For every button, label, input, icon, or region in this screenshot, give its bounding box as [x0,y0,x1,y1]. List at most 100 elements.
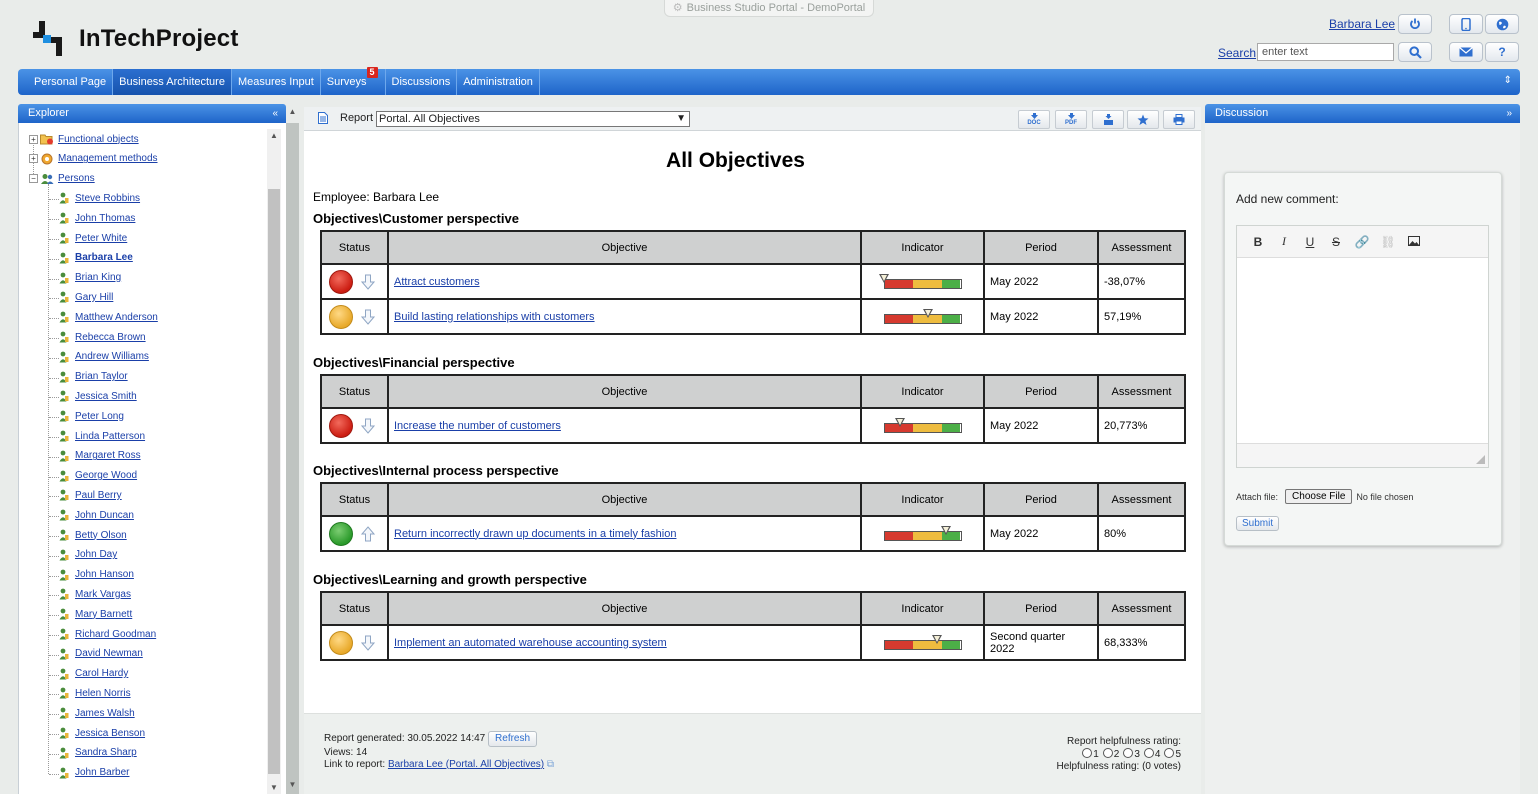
nav-personal-page[interactable]: Personal Page [28,69,114,95]
refresh-button[interactable]: Refresh [488,731,538,747]
nav-discussions[interactable]: Discussions [386,69,458,95]
search-button[interactable] [1398,42,1432,62]
collapse-left-icon[interactable]: « [272,104,278,123]
collapse-icon[interactable]: − [29,174,38,184]
choose-file-button[interactable]: Choose File [1285,489,1353,504]
tree-person-item[interactable]: John Hanson [59,569,134,581]
objective-link[interactable]: Increase the number of customers [394,420,561,432]
tree-person-item[interactable]: Paul Berry [59,489,122,501]
export-doc-button[interactable]: DOC [1018,110,1050,129]
tree-person-item[interactable]: Margaret Ross [59,450,141,462]
favorite-button[interactable] [1127,110,1159,129]
report-link[interactable]: Barbara Lee (Portal. All Objectives) [388,759,544,770]
scroll-down-icon[interactable]: ▼ [270,783,278,792]
download-icon [1030,113,1038,119]
radio-icon[interactable] [1123,748,1134,758]
tree-person-item[interactable]: Brian King [59,272,121,284]
rating-option[interactable]: 5 [1160,748,1181,760]
tree-folder-functional-objects[interactable]: + Functional objects [29,133,139,145]
objective-link[interactable]: Return incorrectly drawn up documents in… [394,528,676,540]
expand-icon[interactable]: + [29,154,38,164]
tree-person-item[interactable]: Linda Patterson [59,430,145,442]
tree-person-item[interactable]: Peter Long [59,410,124,422]
tree-person-item[interactable]: Rebecca Brown [59,331,146,343]
objective-link[interactable]: Attract customers [394,276,480,288]
brand-logo[interactable]: InTechProject [29,18,239,60]
rating-option[interactable]: 3 [1119,748,1140,760]
tree-person-item[interactable]: John Duncan [59,509,134,521]
objective-link[interactable]: Implement an automated warehouse account… [394,637,667,649]
tree-person-item[interactable]: John Barber [59,767,129,779]
link-icon[interactable]: 🔗 [1349,235,1375,249]
tree-person-item[interactable]: John Thomas [59,212,135,224]
tree-person-item[interactable]: Jessica Benson [59,727,145,739]
resize-grip-icon[interactable] [1476,455,1485,464]
radio-icon[interactable] [1082,748,1093,758]
tree-person-item[interactable]: James Walsh [59,707,135,719]
scroll-up-icon[interactable]: ▲ [270,131,278,140]
search-input[interactable] [1257,43,1394,61]
tree-folder-management-methods[interactable]: + Management methods [29,153,158,165]
tree-folder-persons[interactable]: − Persons [29,173,95,185]
underline-icon[interactable]: U [1297,235,1323,249]
help-button[interactable]: ? [1485,42,1519,62]
nav-collapse-icon[interactable]: ⇕ [1504,75,1512,86]
bold-icon[interactable]: B [1245,235,1271,249]
tree-person-item[interactable]: David Newman [59,648,143,660]
unlink-icon[interactable]: ⛓ [1375,235,1401,249]
print-button[interactable] [1163,110,1195,129]
tree-person-item[interactable]: Andrew Williams [59,351,149,363]
language-button[interactable] [1485,14,1519,34]
collapse-right-icon[interactable]: » [1506,104,1512,123]
tree-person-item[interactable]: Peter White [59,232,127,244]
person-icon [59,252,69,264]
radio-icon[interactable] [1102,748,1113,758]
nav-administration[interactable]: Administration [457,69,540,95]
expand-icon[interactable]: + [29,134,38,144]
italic-icon[interactable]: I [1271,234,1297,249]
scrollbar-thumb[interactable] [268,189,280,774]
tree-person-item[interactable]: John Day [59,549,117,561]
tree-person-item[interactable]: Carol Hardy [59,668,128,680]
image-icon[interactable] [1401,235,1427,249]
tree-person-item[interactable]: Brian Taylor [59,371,128,383]
user-name-link[interactable]: Barbara Lee [1329,17,1395,31]
mail-button[interactable] [1449,42,1483,62]
tree-person-item[interactable]: Richard Goodman [59,628,156,640]
rating-option[interactable]: 1 [1078,748,1099,760]
nav-surveys[interactable]: Surveys 5 [321,67,386,95]
tree-person-item[interactable]: Gary Hill [59,291,113,303]
comment-editor[interactable]: B I U S 🔗 ⛓ [1236,225,1489,468]
tree-person-item[interactable]: George Wood [59,470,137,482]
nav-measures-input[interactable]: Measures Input [232,69,321,95]
tree-person-item[interactable]: Jessica Smith [59,390,137,402]
radio-icon[interactable] [1164,748,1175,758]
submit-button[interactable]: Submit [1236,516,1280,531]
panel-splitter[interactable] [286,123,299,794]
rating-option[interactable]: 2 [1099,748,1119,760]
export-email-button[interactable] [1092,110,1124,129]
splitter-up-icon[interactable]: ▲ [286,107,299,116]
tree-person-item[interactable]: Steve Robbins [59,192,140,204]
logout-button[interactable] [1398,14,1432,34]
indicator-cell [860,515,985,552]
report-select[interactable]: Portal. All Objectives ▼ [376,111,690,127]
tree-person-item[interactable]: Matthew Anderson [59,311,158,323]
objective-link[interactable]: Build lasting relationships with custome… [394,311,595,323]
radio-icon[interactable] [1143,748,1154,758]
tree-person-item[interactable]: Helen Norris [59,687,131,699]
tree-person-item[interactable]: Mary Barnett [59,608,132,620]
tree-person-item[interactable]: Mark Vargas [59,588,131,600]
tree-person-item[interactable]: Sandra Sharp [59,747,137,759]
export-pdf-button[interactable]: PDF [1055,110,1087,129]
splitter-down-icon[interactable]: ▼ [286,780,299,789]
copy-icon[interactable]: ⧉ [547,759,554,770]
search-link[interactable]: Search [1218,46,1256,60]
mobile-version-button[interactable] [1449,14,1483,34]
explorer-scrollbar[interactable]: ▲ ▼ [267,129,281,794]
tree-person-item[interactable]: Betty Olson [59,529,127,541]
strikethrough-icon[interactable]: S [1323,235,1349,249]
nav-business-architecture[interactable]: Business Architecture [113,69,232,95]
rating-option[interactable]: 4 [1140,748,1160,760]
tree-person-item[interactable]: Barbara Lee [59,252,133,264]
